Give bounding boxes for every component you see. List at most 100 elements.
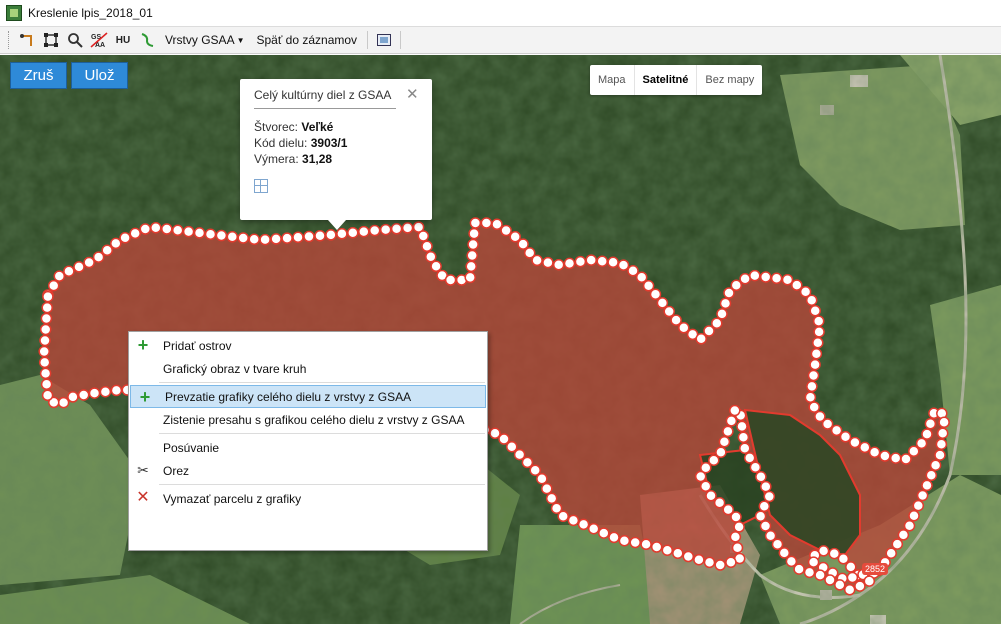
vertex-handle[interactable] bbox=[758, 500, 771, 513]
cancel-button[interactable]: Zruš bbox=[10, 62, 67, 89]
vertex-handle[interactable] bbox=[468, 227, 480, 240]
vertex-handle[interactable] bbox=[63, 265, 75, 277]
menu-overlap-check[interactable]: Zistenie presahu s grafikou celého dielu… bbox=[129, 408, 487, 431]
vertex-handle[interactable] bbox=[903, 520, 916, 532]
vertex-handle[interactable] bbox=[694, 470, 707, 483]
vertex-handle[interactable] bbox=[466, 249, 478, 262]
select-vertices-icon[interactable] bbox=[41, 30, 61, 50]
vertex-handle[interactable] bbox=[731, 541, 744, 554]
vertex-handle[interactable] bbox=[336, 228, 348, 240]
vertex-handle[interactable] bbox=[401, 222, 414, 234]
vertex-handle[interactable] bbox=[347, 226, 359, 239]
vertex-handle[interactable] bbox=[737, 431, 750, 444]
vertex-handle[interactable] bbox=[629, 536, 641, 549]
vertex-handle[interactable] bbox=[480, 217, 493, 229]
vertex-handle[interactable] bbox=[509, 230, 521, 243]
vertex-handle[interactable] bbox=[759, 271, 772, 283]
vertex-handle[interactable] bbox=[859, 441, 871, 454]
vertex-handle[interactable] bbox=[650, 541, 663, 553]
vertex-handle[interactable] bbox=[725, 556, 737, 569]
vertex-handle[interactable] bbox=[885, 547, 897, 559]
vertex-handle[interactable] bbox=[846, 571, 859, 584]
vertex-handle[interactable] bbox=[171, 224, 184, 237]
vertex-handle[interactable] bbox=[793, 563, 805, 575]
vertex-handle[interactable] bbox=[924, 417, 937, 430]
vertex-handle[interactable] bbox=[618, 534, 631, 547]
grid-icon[interactable] bbox=[254, 179, 268, 193]
save-button[interactable]: Ulož bbox=[71, 62, 128, 89]
vertex-handle[interactable] bbox=[39, 367, 52, 380]
vertex-handle[interactable] bbox=[699, 480, 712, 493]
vertex-handle[interactable] bbox=[259, 233, 271, 246]
vertex-handle[interactable] bbox=[708, 454, 720, 466]
vertex-handle[interactable] bbox=[682, 550, 695, 563]
vertex-handle[interactable] bbox=[736, 420, 748, 433]
layers-gsaa-dropdown[interactable]: Vrstvy GSAA ▼ bbox=[165, 33, 245, 47]
vertex-handle[interactable] bbox=[821, 418, 834, 430]
vertex-handle[interactable] bbox=[936, 427, 949, 439]
vertex-handle[interactable] bbox=[695, 333, 707, 345]
vertex-handle[interactable] bbox=[531, 254, 543, 267]
vertex-handle[interactable] bbox=[730, 511, 742, 523]
vertex-handle[interactable] bbox=[39, 334, 51, 347]
vertex-handle[interactable] bbox=[837, 553, 850, 565]
vertex-handle[interactable] bbox=[693, 553, 705, 566]
map-type-map[interactable]: Mapa bbox=[590, 65, 634, 95]
vertex-handle[interactable] bbox=[38, 356, 51, 369]
vertex-handle[interactable] bbox=[921, 479, 933, 492]
vertex-handle[interactable] bbox=[705, 490, 717, 502]
vertex-handle[interactable] bbox=[417, 230, 430, 242]
vertex-handle[interactable] bbox=[810, 347, 823, 360]
vertex-handle[interactable] bbox=[521, 456, 534, 469]
vertex-handle[interactable] bbox=[425, 250, 437, 263]
gsaa-toggle-icon[interactable]: GS AA bbox=[89, 30, 109, 50]
vertex-handle[interactable] bbox=[763, 490, 776, 503]
vertex-handle[interactable] bbox=[465, 260, 477, 273]
vertex-handle[interactable] bbox=[713, 496, 726, 509]
vertex-handle[interactable] bbox=[545, 492, 558, 505]
vertex-handle[interactable] bbox=[739, 442, 751, 454]
vertex-handle[interactable] bbox=[119, 232, 131, 244]
vertex-handle[interactable] bbox=[292, 231, 304, 244]
vertex-handle[interactable] bbox=[912, 499, 925, 512]
vertex-handle[interactable] bbox=[421, 240, 433, 253]
vertex-handle[interactable] bbox=[379, 223, 392, 236]
vertex-handle[interactable] bbox=[743, 452, 756, 464]
vertex-handle[interactable] bbox=[670, 314, 682, 326]
vertex-handle[interactable] bbox=[368, 224, 381, 237]
vertex-handle[interactable] bbox=[771, 538, 784, 551]
vertex-handle[interactable] bbox=[640, 538, 652, 551]
vertex-handle[interactable] bbox=[828, 547, 841, 560]
vertex-handle[interactable] bbox=[845, 561, 857, 573]
vertex-handle[interactable] bbox=[110, 237, 122, 250]
vertex-handle[interactable] bbox=[729, 531, 742, 543]
vertex-handle[interactable] bbox=[760, 480, 772, 493]
vertex-handle[interactable] bbox=[849, 436, 861, 449]
menu-delete-parcel[interactable]: ✕ Vymazať parcelu z grafiky bbox=[129, 487, 487, 510]
vertex-handle[interactable] bbox=[226, 231, 239, 243]
vertex-handle[interactable] bbox=[150, 221, 162, 234]
vertex-handle[interactable] bbox=[57, 396, 70, 409]
vertex-handle[interactable] bbox=[730, 279, 743, 292]
menu-move[interactable]: Posúvanie bbox=[129, 436, 487, 459]
vertex-handle[interactable] bbox=[608, 531, 620, 544]
vertex-handle[interactable] bbox=[536, 472, 548, 485]
vertex-handle[interactable] bbox=[129, 227, 141, 240]
vertex-handle[interactable] bbox=[41, 389, 54, 402]
vertex-handle[interactable] bbox=[430, 260, 442, 273]
vertex-handle[interactable] bbox=[854, 580, 866, 592]
vertex-handle[interactable] bbox=[891, 538, 904, 550]
vertex-handle[interactable] bbox=[467, 238, 479, 251]
vertex-handle[interactable] bbox=[809, 358, 821, 371]
vertex-handle[interactable] bbox=[92, 251, 105, 263]
vertex-handle[interactable] bbox=[607, 256, 619, 269]
vertex-handle[interactable] bbox=[812, 337, 824, 349]
vertex-handle[interactable] bbox=[711, 317, 723, 329]
vertex-handle[interactable] bbox=[714, 559, 726, 571]
vertex-handle[interactable] bbox=[110, 384, 123, 397]
vertex-handle[interactable] bbox=[139, 223, 152, 235]
vertex-handle[interactable] bbox=[715, 446, 727, 458]
vertex-handle[interactable] bbox=[88, 387, 101, 399]
vertex-handle[interactable] bbox=[39, 323, 52, 336]
vertex-handle[interactable] bbox=[716, 308, 728, 320]
